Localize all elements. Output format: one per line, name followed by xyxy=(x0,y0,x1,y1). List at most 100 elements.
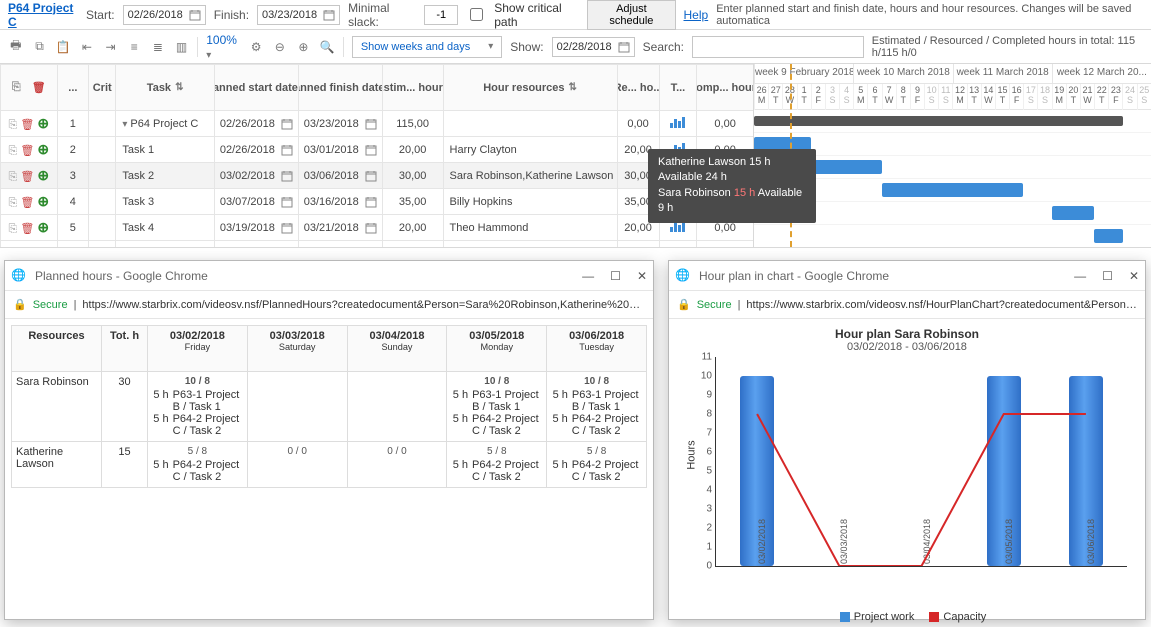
est-cell[interactable]: 20,00 xyxy=(382,215,443,241)
delete-icon[interactable]: 🗑 xyxy=(32,81,46,94)
est-cell[interactable]: 20,00 xyxy=(382,137,443,163)
completed-cell[interactable]: 0,00 xyxy=(697,111,754,137)
copy-icon[interactable]: ⎘ xyxy=(8,223,17,235)
col-comp[interactable]: Comp... hours xyxy=(697,65,754,111)
finish-cell[interactable]: 03/16/2018 xyxy=(298,189,382,215)
start-cell[interactable]: 02/26/2018 xyxy=(214,137,298,163)
columns-icon[interactable]: ▥ xyxy=(174,38,190,56)
expand-icon[interactable]: ▾ xyxy=(122,119,127,130)
url-text[interactable]: https://www.starbrix.com/videosv.nsf/Hou… xyxy=(746,299,1137,311)
task-name[interactable]: ▾ P64 Project C xyxy=(116,111,215,137)
est-cell[interactable]: 115,00 xyxy=(382,111,443,137)
start-cell[interactable]: 03/22/2018 xyxy=(214,241,298,248)
resourced-hours-cell[interactable]: 10,00 xyxy=(617,241,659,248)
start-cell[interactable]: 03/02/2018 xyxy=(214,163,298,189)
gantt-bar[interactable] xyxy=(1052,206,1095,220)
close-icon[interactable]: ✕ xyxy=(1129,269,1139,283)
gantt-bar[interactable] xyxy=(754,116,1123,126)
url-text[interactable]: https://www.starbrix.com/videosv.nsf/Pla… xyxy=(82,299,645,311)
delete-icon[interactable]: 🗑 xyxy=(20,171,34,183)
critical-path-checkbox[interactable] xyxy=(470,8,483,21)
add-icon[interactable]: ⊕ xyxy=(37,141,49,157)
task-name[interactable]: Task 4 xyxy=(116,215,215,241)
chart-cell[interactable] xyxy=(659,111,697,137)
add-icon[interactable]: ⊕ xyxy=(37,167,49,183)
start-cell[interactable]: 03/19/2018 xyxy=(214,215,298,241)
task-row[interactable]: ⎘ 🗑 ⊕ 1 ▾ P64 Project C 02/26/2018 03/23… xyxy=(1,111,754,137)
col-crit[interactable]: Crit xyxy=(89,65,116,111)
task-row[interactable]: ⎘ 🗑 ⊕ 6 Task 5 03/22/2018 03/23/2018 10,… xyxy=(1,241,754,248)
resources-cell[interactable]: Billy Hopkins xyxy=(443,189,617,215)
finish-cell[interactable]: 03/21/2018 xyxy=(298,215,382,241)
copy-icon[interactable]: ⎘ xyxy=(8,171,17,183)
start-cell[interactable]: 03/07/2018 xyxy=(214,189,298,215)
finish-date-field[interactable]: 03/23/2018 xyxy=(257,5,340,25)
indent-icon[interactable]: ⇥ xyxy=(103,38,119,56)
copy-icon[interactable]: ⎘ xyxy=(8,119,17,131)
copy-icon[interactable]: ⎘ xyxy=(8,197,17,209)
task-name[interactable]: Task 2 xyxy=(116,163,215,189)
window-titlebar[interactable]: 🌐 Planned hours - Google Chrome — ☐ ✕ xyxy=(5,261,653,291)
finish-cell[interactable]: 03/01/2018 xyxy=(298,137,382,163)
task-name[interactable]: Task 5 xyxy=(116,241,215,248)
add-icon[interactable]: ⊕ xyxy=(37,193,49,209)
outdent-icon[interactable]: ⇤ xyxy=(79,38,95,56)
resources-cell[interactable]: Harry Clayton xyxy=(443,137,617,163)
finish-cell[interactable]: 03/06/2018 xyxy=(298,163,382,189)
slack-input[interactable] xyxy=(424,5,458,25)
project-link[interactable]: P64 Project C xyxy=(8,1,78,29)
finish-cell[interactable]: 03/23/2018 xyxy=(298,241,382,248)
minimize-icon[interactable]: — xyxy=(1074,269,1086,283)
chart-cell[interactable] xyxy=(659,241,697,248)
gantt-bar[interactable] xyxy=(811,160,882,174)
expand-icon[interactable]: ≣ xyxy=(150,38,166,56)
search-input[interactable] xyxy=(692,36,864,58)
task-row[interactable]: ⎘ 🗑 ⊕ 5 Task 4 03/19/2018 03/21/2018 20,… xyxy=(1,215,754,241)
resources-cell[interactable]: Sara Robinson*7,Harry Clayton*3 xyxy=(443,241,617,248)
copy-icon[interactable]: ⎘ xyxy=(12,81,21,94)
col-dots[interactable]: ... xyxy=(57,65,88,111)
bar-chart-icon[interactable] xyxy=(670,246,685,247)
gantt-bar[interactable] xyxy=(882,183,1024,197)
resources-cell[interactable] xyxy=(443,111,617,137)
col-finish[interactable]: Planned finish date⇅ xyxy=(298,65,382,111)
completed-cell[interactable]: 0,00 xyxy=(697,241,754,248)
task-name[interactable]: Task 1 xyxy=(116,137,215,163)
close-icon[interactable]: ✕ xyxy=(637,269,647,283)
maximize-icon[interactable]: ☐ xyxy=(610,269,621,283)
gantt-bar[interactable] xyxy=(1094,229,1122,243)
delete-icon[interactable]: 🗑 xyxy=(20,223,34,235)
col-reh[interactable]: Re... ho... xyxy=(617,65,659,111)
show-date-field[interactable]: 02/28/2018 xyxy=(552,37,635,57)
gear-icon[interactable]: ⚙ xyxy=(248,38,264,56)
col-t[interactable]: T... xyxy=(659,65,697,111)
help-link[interactable]: Help xyxy=(684,8,709,22)
col-resources[interactable]: Hour resources⇅ xyxy=(443,65,617,111)
est-cell[interactable]: 10,00 xyxy=(382,241,443,248)
col-est[interactable]: Estim... hours xyxy=(382,65,443,111)
bar-chart-icon[interactable] xyxy=(670,116,685,128)
add-icon[interactable]: ⊕ xyxy=(37,245,49,247)
resources-cell[interactable]: Sara Robinson,Katherine Lawson xyxy=(443,163,617,189)
est-cell[interactable]: 35,00 xyxy=(382,189,443,215)
copy-icon[interactable]: ⎘ xyxy=(8,145,17,157)
zoom-percent[interactable]: 100% ▾ xyxy=(206,33,240,61)
window-titlebar[interactable]: 🌐 Hour plan in chart - Google Chrome — ☐… xyxy=(669,261,1145,291)
task-row[interactable]: ⎘ 🗑 ⊕ 2 Task 1 02/26/2018 03/01/2018 20,… xyxy=(1,137,754,163)
maximize-icon[interactable]: ☐ xyxy=(1102,269,1113,283)
task-row[interactable]: ⎘ 🗑 ⊕ 4 Task 3 03/07/2018 03/16/2018 35,… xyxy=(1,189,754,215)
start-cell[interactable]: 02/26/2018 xyxy=(214,111,298,137)
delete-icon[interactable]: 🗑 xyxy=(20,119,34,131)
minimize-icon[interactable]: — xyxy=(582,269,594,283)
adjust-schedule-button[interactable]: Adjust schedule xyxy=(587,0,675,30)
start-date-field[interactable]: 02/26/2018 xyxy=(123,5,206,25)
add-icon[interactable]: ⊕ xyxy=(37,219,49,235)
show-mode-dropdown[interactable]: Show weeks and days ▾ xyxy=(352,36,502,58)
resources-cell[interactable]: Theo Hammond xyxy=(443,215,617,241)
zoom-in-icon[interactable]: ⊕ xyxy=(296,38,312,56)
delete-icon[interactable]: 🗑 xyxy=(20,145,34,157)
print-icon[interactable]: 🖶 xyxy=(8,38,24,56)
collapse-icon[interactable]: ≡ xyxy=(126,38,142,56)
col-task[interactable]: Task⇅ xyxy=(116,65,215,111)
col-start[interactable]: Planned start date⇅ xyxy=(214,65,298,111)
